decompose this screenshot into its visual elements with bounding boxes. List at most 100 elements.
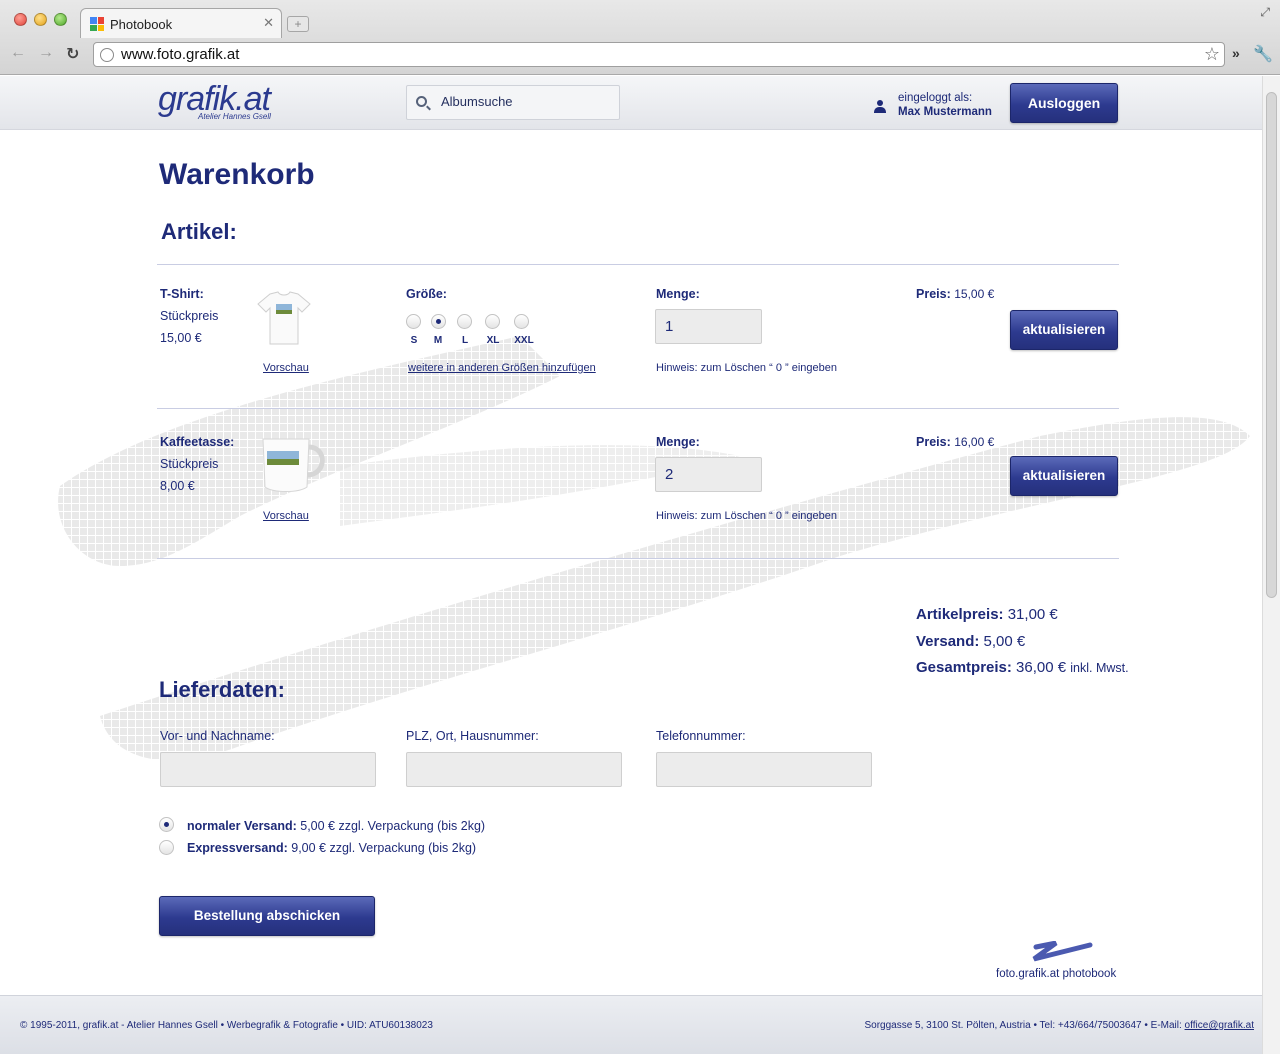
logged-in-username: Max Mustermann <box>898 106 992 118</box>
divider <box>157 558 1119 559</box>
size-label: Größe: <box>406 287 447 301</box>
contact-info: Sorggasse 5, 3100 St. Pölten, Austria • … <box>864 1020 1254 1031</box>
delete-hint: Hinweis: zum Löschen “ 0 ” eingeben <box>656 510 837 522</box>
url-text[interactable]: www.foto.grafik.at <box>121 46 239 63</box>
zoom-window-button[interactable] <box>54 13 67 26</box>
search-icon[interactable] <box>416 96 427 107</box>
wrench-icon[interactable]: 🔧 <box>1253 44 1273 64</box>
browser-chrome: Photobook ✕ + ⤢ ← → ↻ www.foto.grafik.at… <box>0 0 1280 75</box>
reload-icon[interactable]: ↻ <box>66 44 79 64</box>
grand-total-label: Gesamtpreis: <box>916 659 1012 676</box>
email-link[interactable]: office@grafik.at <box>1185 1020 1254 1031</box>
phone-field[interactable] <box>656 752 872 787</box>
address-bar[interactable]: www.foto.grafik.at ☆ <box>93 42 1225 67</box>
quantity-label: Menge: <box>656 435 700 449</box>
delete-hint: Hinweis: zum Löschen “ 0 ” eingeben <box>656 362 837 374</box>
logout-button[interactable]: Ausloggen <box>1010 83 1118 123</box>
update-button[interactable]: aktualisieren <box>1010 310 1118 350</box>
shipping-total-label: Versand: <box>916 633 980 650</box>
shipping-total-value: 5,00 € <box>983 633 1026 650</box>
item-price: Preis: 15,00 € <box>916 287 994 301</box>
phone-field-label: Telefonnummer: <box>656 729 746 743</box>
globe-icon <box>100 48 114 62</box>
new-tab-button[interactable]: + <box>287 16 309 32</box>
update-button[interactable]: aktualisieren <box>1010 456 1118 496</box>
forward-arrow-icon[interactable]: → <box>38 44 54 62</box>
shipping-option-detail: 5,00 € zzgl. Verpackung (bis 2kg) <box>300 819 486 833</box>
address-field[interactable] <box>406 752 622 787</box>
site-footer: © 1995-2011, grafik.at - Atelier Hannes … <box>0 995 1262 1054</box>
items-heading: Artikel: <box>161 219 237 244</box>
size-option-label: L <box>461 335 469 346</box>
add-more-sizes-link[interactable]: weitere in anderen Größen hinzufügen <box>408 362 596 374</box>
site-header: grafik.at Atelier Hannes Gsell eingelogg… <box>0 76 1262 130</box>
quantity-input[interactable] <box>655 309 762 344</box>
quantity-input[interactable] <box>655 457 762 492</box>
shipping-option-normal: normaler Versand: 5,00 € zzgl. Verpackun… <box>187 819 485 833</box>
submit-order-button[interactable]: Bestellung abschicken <box>159 896 375 936</box>
divider <box>157 408 1119 409</box>
price-value: 16,00 € <box>954 435 995 449</box>
shipping-option-express: Expressversand: 9,00 € zzgl. Verpackung … <box>187 841 476 855</box>
price-value: 15,00 € <box>954 287 995 301</box>
copyright-text: © 1995-2011, grafik.at - Atelier Hannes … <box>20 1020 433 1031</box>
tab-close-icon[interactable]: ✕ <box>263 15 274 31</box>
article-total: Artikelpreis: 31,00 € <box>916 606 1058 623</box>
size-radio-l[interactable] <box>457 314 472 329</box>
photobook-logo <box>1032 941 1093 962</box>
size-radio-m[interactable] <box>431 314 446 329</box>
minimize-window-button[interactable] <box>34 13 47 26</box>
price-label: Preis: <box>916 287 951 301</box>
price-label: Preis: <box>916 435 951 449</box>
size-option-label: M <box>433 335 443 346</box>
grand-total: Gesamtpreis: 36,00 € inkl. Mwst. <box>916 659 1129 676</box>
page-content: grafik.at Atelier Hannes Gsell eingelogg… <box>0 76 1262 1054</box>
item-name: T-Shirt: <box>160 287 204 301</box>
name-field[interactable] <box>160 752 376 787</box>
extensions-chevron-icon[interactable]: » <box>1232 45 1240 61</box>
unit-price-label: Stückpreis <box>160 309 219 323</box>
item-name: Kaffeetasse: <box>160 435 235 449</box>
shipping-total: Versand: 5,00 € <box>916 633 1025 650</box>
shipping-radio-express[interactable] <box>159 840 174 855</box>
size-radio-xxl[interactable] <box>514 314 529 329</box>
quantity-label: Menge: <box>656 287 700 301</box>
browser-tab[interactable]: Photobook ✕ <box>80 8 282 38</box>
logo-subtitle: Atelier Hannes Gsell <box>198 112 271 121</box>
item-price: Preis: 16,00 € <box>916 435 994 449</box>
name-field-label: Vor- und Nachname: <box>160 729 275 743</box>
footer-brand: foto.grafik.at photobook <box>996 968 1117 980</box>
size-option-label: XXL <box>514 335 534 346</box>
vertical-scrollbar[interactable] <box>1262 76 1280 1054</box>
tab-title: Photobook <box>110 17 173 32</box>
unit-price-value: 15,00 € <box>160 331 202 345</box>
album-search-input[interactable] <box>441 94 611 109</box>
address-text: Sorggasse 5, 3100 St. Pölten, Austria • … <box>864 1020 1185 1031</box>
favicon-icon <box>90 17 104 31</box>
page-title: Warenkorb <box>159 158 315 191</box>
unit-price-label: Stückpreis <box>160 457 219 471</box>
divider <box>157 264 1119 265</box>
album-search[interactable] <box>406 85 620 120</box>
shipping-option-label: normaler Versand: <box>187 819 297 833</box>
size-radio-s[interactable] <box>406 314 421 329</box>
article-total-label: Artikelpreis: <box>916 606 1004 623</box>
bookmark-star-icon[interactable]: ☆ <box>1204 44 1220 65</box>
login-status-label: eingeloggt als: <box>898 92 973 104</box>
fullscreen-icon[interactable]: ⤢ <box>1260 5 1270 20</box>
shipping-option-detail: 9,00 € zzgl. Verpackung (bis 2kg) <box>291 841 477 855</box>
scrollbar-thumb[interactable] <box>1266 92 1277 598</box>
size-radio-xl[interactable] <box>485 314 500 329</box>
delivery-heading: Lieferdaten: <box>159 677 285 702</box>
close-window-button[interactable] <box>14 13 27 26</box>
tshirt-thumbnail[interactable] <box>256 290 312 346</box>
back-arrow-icon[interactable]: ← <box>10 44 26 62</box>
preview-link[interactable]: Vorschau <box>263 362 309 374</box>
shipping-radio-normal[interactable] <box>159 817 174 832</box>
preview-link[interactable]: Vorschau <box>263 510 309 522</box>
grand-total-value: 36,00 € <box>1016 659 1067 676</box>
size-option-label: XL <box>486 335 500 346</box>
article-total-value: 31,00 € <box>1007 606 1058 623</box>
mug-thumbnail[interactable] <box>259 433 329 495</box>
unit-price-value: 8,00 € <box>160 479 195 493</box>
